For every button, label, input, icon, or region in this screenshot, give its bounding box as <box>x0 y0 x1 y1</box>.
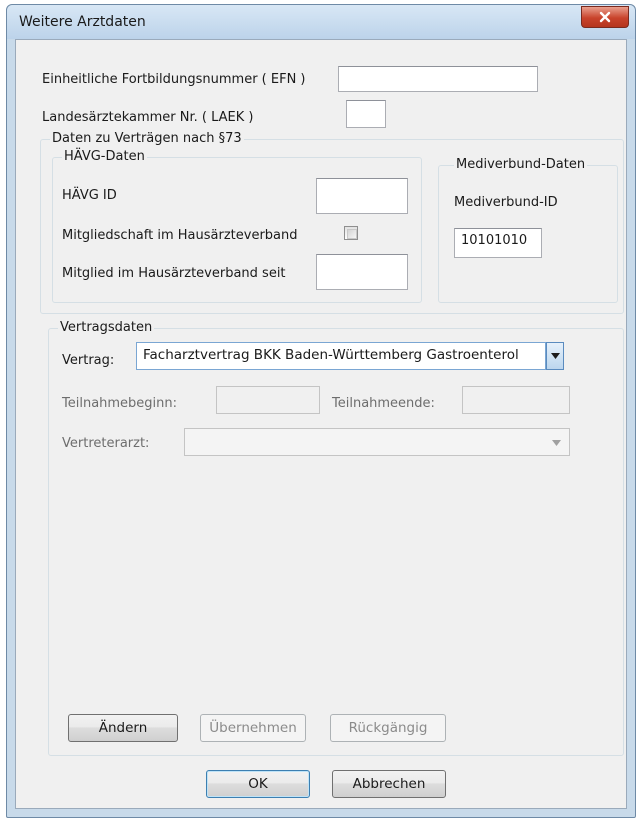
vertraege-group-title: Daten zu Verträgen nach §73 <box>50 131 244 146</box>
laek-label: Landesärztekammer Nr. ( LAEK ) <box>42 110 254 125</box>
chevron-down-icon <box>550 353 560 359</box>
vertreterarzt-dropdown[interactable] <box>184 428 570 456</box>
efn-input[interactable] <box>338 66 538 92</box>
teilnahmeende-label: Teilnahmeende: <box>332 396 435 411</box>
vertragsdaten-group-title: Vertragsdaten <box>58 320 155 335</box>
aendern-button[interactable]: Ändern <box>68 714 178 742</box>
haevg-group-title: HÄVG-Daten <box>62 149 147 164</box>
mediverbund-id-label: Mediverbund-ID <box>454 195 558 210</box>
abbrechen-button[interactable]: Abbrechen <box>332 770 446 798</box>
laek-input[interactable] <box>346 100 386 128</box>
mediverbund-id-input[interactable]: 10101010 <box>454 228 542 258</box>
window-title: Weitere Arztdaten <box>19 14 146 30</box>
ok-button[interactable]: OK <box>206 770 310 798</box>
mediverbund-group-title: Mediverbund-Daten <box>454 157 588 172</box>
vertrag-label: Vertrag: <box>62 353 115 368</box>
title-bar[interactable]: Weitere Arztdaten <box>7 5 635 39</box>
rueckgaengig-button[interactable]: Rückgängig <box>330 714 446 742</box>
vertreterarzt-label: Vertreterarzt: <box>62 436 150 451</box>
dialog-client-area: Einheitliche Fortbildungsnummer ( EFN ) … <box>15 39 627 809</box>
teilnahmeende-input[interactable] <box>462 386 570 414</box>
teilnahmebeginn-label: Teilnahmebeginn: <box>62 396 178 411</box>
mitgliedschaft-label: Mitgliedschaft im Hausärzteverband <box>62 228 298 243</box>
mitglied-seit-input[interactable] <box>316 254 408 290</box>
close-button[interactable] <box>581 6 629 28</box>
chevron-down-icon <box>552 440 561 446</box>
vertrag-dropdown-button[interactable] <box>546 342 564 370</box>
efn-label: Einheitliche Fortbildungsnummer ( EFN ) <box>42 72 306 87</box>
mitgliedschaft-checkbox[interactable] <box>344 226 358 240</box>
uebernehmen-button[interactable]: Übernehmen <box>200 714 306 742</box>
vertrag-dropdown[interactable]: Facharztvertrag BKK Baden-Württemberg Ga… <box>136 342 546 370</box>
haevg-id-input[interactable] <box>316 178 408 214</box>
dialog-window: Weitere Arztdaten Einheitliche Fortbildu… <box>6 4 636 818</box>
mitglied-seit-label: Mitglied im Hausärzteverband seit <box>62 266 286 281</box>
teilnahmebeginn-input[interactable] <box>216 386 320 414</box>
close-x-icon <box>599 11 611 23</box>
haevg-id-label: HÄVG ID <box>62 188 117 203</box>
